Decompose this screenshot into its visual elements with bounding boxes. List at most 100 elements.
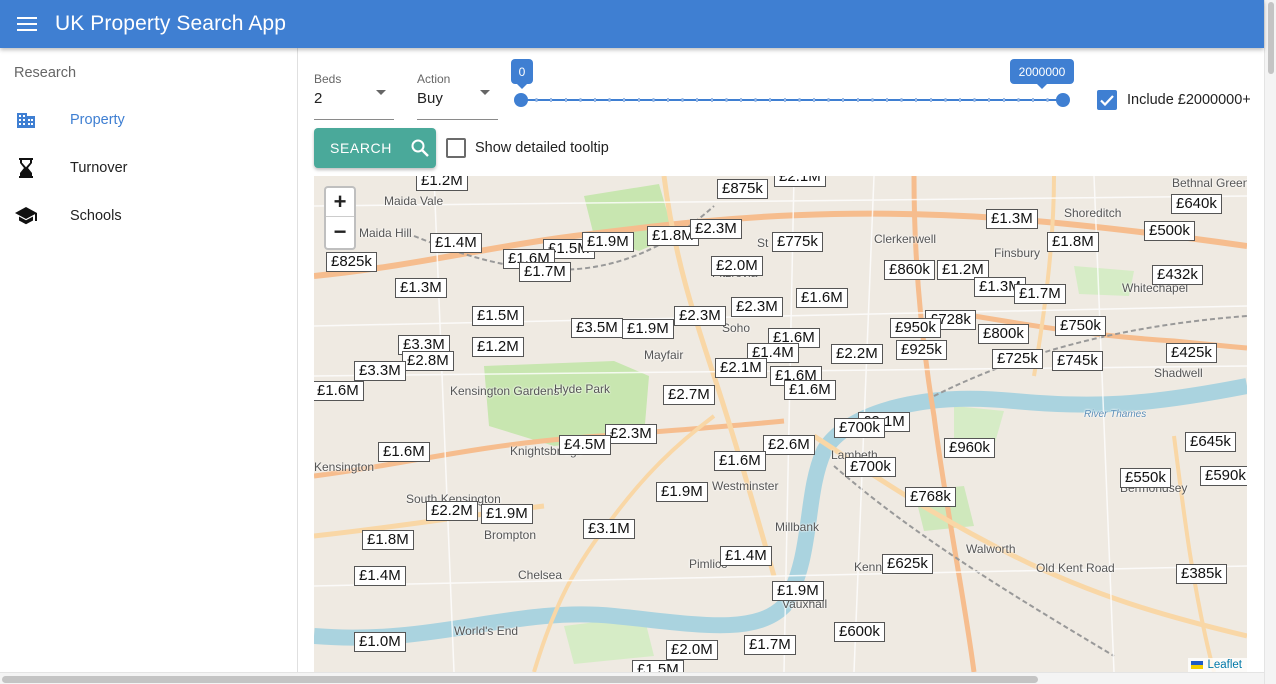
price-marker[interactable]: £1.9M: [622, 319, 674, 339]
detailed-tooltip-checkbox[interactable]: [446, 138, 466, 158]
price-marker[interactable]: £1.5M: [472, 306, 524, 326]
price-marker[interactable]: £550k: [1120, 468, 1171, 488]
price-marker[interactable]: £2.0M: [711, 256, 763, 276]
price-marker[interactable]: £3.5M: [571, 318, 623, 338]
price-marker[interactable]: £925k: [896, 340, 947, 360]
price-marker[interactable]: £875k: [717, 179, 768, 199]
price-marker[interactable]: £385k: [1176, 564, 1227, 584]
sidebar-item-turnover[interactable]: Turnover: [0, 144, 297, 192]
map-place-label: Chelsea: [518, 568, 563, 582]
price-marker[interactable]: £1.3M: [395, 278, 447, 298]
price-marker[interactable]: £2.2M: [831, 344, 883, 364]
price-marker[interactable]: £625k: [882, 554, 933, 574]
price-marker[interactable]: £432k: [1152, 265, 1203, 285]
horizontal-scrollbar-thumb[interactable]: [2, 676, 1038, 683]
price-marker[interactable]: £860k: [884, 260, 935, 280]
price-marker[interactable]: £768k: [905, 487, 956, 507]
chevron-down-icon: [480, 90, 490, 95]
price-marker[interactable]: £1.0M: [354, 632, 406, 652]
price-marker[interactable]: £1.9M: [772, 581, 824, 601]
price-marker[interactable]: £1.5M: [632, 660, 684, 672]
menu-button[interactable]: [3, 0, 51, 48]
price-marker[interactable]: £600k: [834, 622, 885, 642]
price-marker[interactable]: £645k: [1185, 432, 1236, 452]
price-marker[interactable]: £2.3M: [731, 297, 783, 317]
price-marker[interactable]: £640k: [1171, 194, 1222, 214]
price-marker[interactable]: £500k: [1144, 221, 1195, 241]
price-marker[interactable]: £1.8M: [1047, 232, 1099, 252]
price-marker[interactable]: £800k: [978, 324, 1029, 344]
price-marker[interactable]: £2.3M: [690, 219, 742, 239]
price-marker[interactable]: £1.2M: [472, 337, 524, 357]
price-marker[interactable]: £1.4M: [720, 546, 772, 566]
price-marker[interactable]: £1.7M: [744, 635, 796, 655]
price-marker[interactable]: £1.4M: [430, 233, 482, 253]
price-marker[interactable]: £750k: [1055, 316, 1106, 336]
price-marker[interactable]: £700k: [845, 457, 896, 477]
price-marker[interactable]: £425k: [1166, 343, 1217, 363]
action-label: Action: [417, 72, 451, 86]
hourglass-icon: [15, 157, 37, 179]
price-marker[interactable]: £3.3M: [354, 361, 406, 381]
price-min-handle[interactable]: [514, 93, 528, 107]
price-marker[interactable]: £825k: [326, 252, 377, 272]
price-max-handle[interactable]: [1056, 93, 1070, 107]
price-marker[interactable]: £1.7M: [519, 262, 571, 282]
vertical-scrollbar[interactable]: [1264, 0, 1276, 684]
include-top-checkbox[interactable]: [1097, 90, 1117, 110]
map-place-label: Old Kent Road: [1036, 561, 1115, 575]
price-marker[interactable]: £4.5M: [559, 435, 611, 455]
chevron-down-icon: [376, 90, 386, 95]
price-marker[interactable]: £1.7M: [1014, 284, 1066, 304]
price-marker[interactable]: £1.3M: [986, 209, 1038, 229]
price-marker[interactable]: £960k: [944, 438, 995, 458]
sidebar-item-property[interactable]: Property: [0, 96, 297, 144]
map-place-label: Brompton: [484, 528, 537, 542]
price-marker[interactable]: £590k: [1200, 466, 1247, 486]
include-top-label: Include £2000000+: [1127, 92, 1251, 108]
price-marker[interactable]: £2.2M: [426, 501, 478, 521]
price-marker[interactable]: £3.1M: [583, 519, 635, 539]
price-marker[interactable]: £1.6M: [784, 380, 836, 400]
price-marker[interactable]: £775k: [772, 232, 823, 252]
price-marker[interactable]: £1.4M: [354, 566, 406, 586]
attribution-link[interactable]: Leaflet: [1207, 659, 1242, 671]
price-marker[interactable]: £1.9M: [481, 504, 533, 524]
price-marker[interactable]: £2.6M: [763, 435, 815, 455]
vertical-scrollbar-thumb[interactable]: [1268, 2, 1274, 74]
price-slider-ticks: [521, 98, 1063, 102]
map-place-label: Finsbury: [994, 246, 1041, 260]
zoom-control: + −: [324, 186, 356, 250]
action-select[interactable]: Action Buy: [417, 72, 498, 120]
price-marker[interactable]: £2.3M: [605, 424, 657, 444]
price-marker[interactable]: £2.8M: [402, 351, 454, 371]
price-marker[interactable]: £1.8M: [362, 530, 414, 550]
map-place-label: Hyde Park: [554, 382, 611, 396]
price-marker[interactable]: £700k: [834, 418, 885, 438]
price-marker[interactable]: £2.3M: [674, 306, 726, 326]
price-marker[interactable]: £1.2M: [416, 176, 468, 191]
price-marker[interactable]: £2.0M: [666, 640, 718, 660]
map-place-label: World's End: [454, 624, 519, 638]
map-place-label: Kensington Gardens: [450, 384, 560, 398]
price-marker[interactable]: £1.9M: [582, 232, 634, 252]
price-marker[interactable]: £1.6M: [314, 381, 364, 401]
zoom-out-button[interactable]: −: [326, 217, 354, 246]
price-marker[interactable]: £2.1M: [715, 358, 767, 378]
price-marker[interactable]: £745k: [1052, 351, 1103, 371]
map-place-label: Shoreditch: [1064, 206, 1122, 220]
price-marker[interactable]: £1.6M: [378, 442, 430, 462]
price-marker[interactable]: £1.9M: [656, 482, 708, 502]
zoom-in-button[interactable]: +: [326, 188, 354, 217]
price-marker[interactable]: £1.6M: [796, 288, 848, 308]
price-marker[interactable]: £1.6M: [714, 451, 766, 471]
horizontal-scrollbar[interactable]: [0, 672, 1264, 684]
price-marker[interactable]: £2.1M: [774, 176, 826, 187]
map-view[interactable]: Maida Vale Maida Hill Kensington Gardens Hy…: [314, 176, 1247, 672]
sidebar-item-schools[interactable]: Schools: [0, 192, 297, 240]
price-marker[interactable]: £2.7M: [663, 385, 715, 405]
search-button[interactable]: SEARCH: [314, 128, 436, 168]
beds-select[interactable]: Beds 2: [314, 72, 394, 120]
price-marker[interactable]: £950k: [890, 318, 941, 338]
price-marker[interactable]: £725k: [992, 349, 1043, 369]
